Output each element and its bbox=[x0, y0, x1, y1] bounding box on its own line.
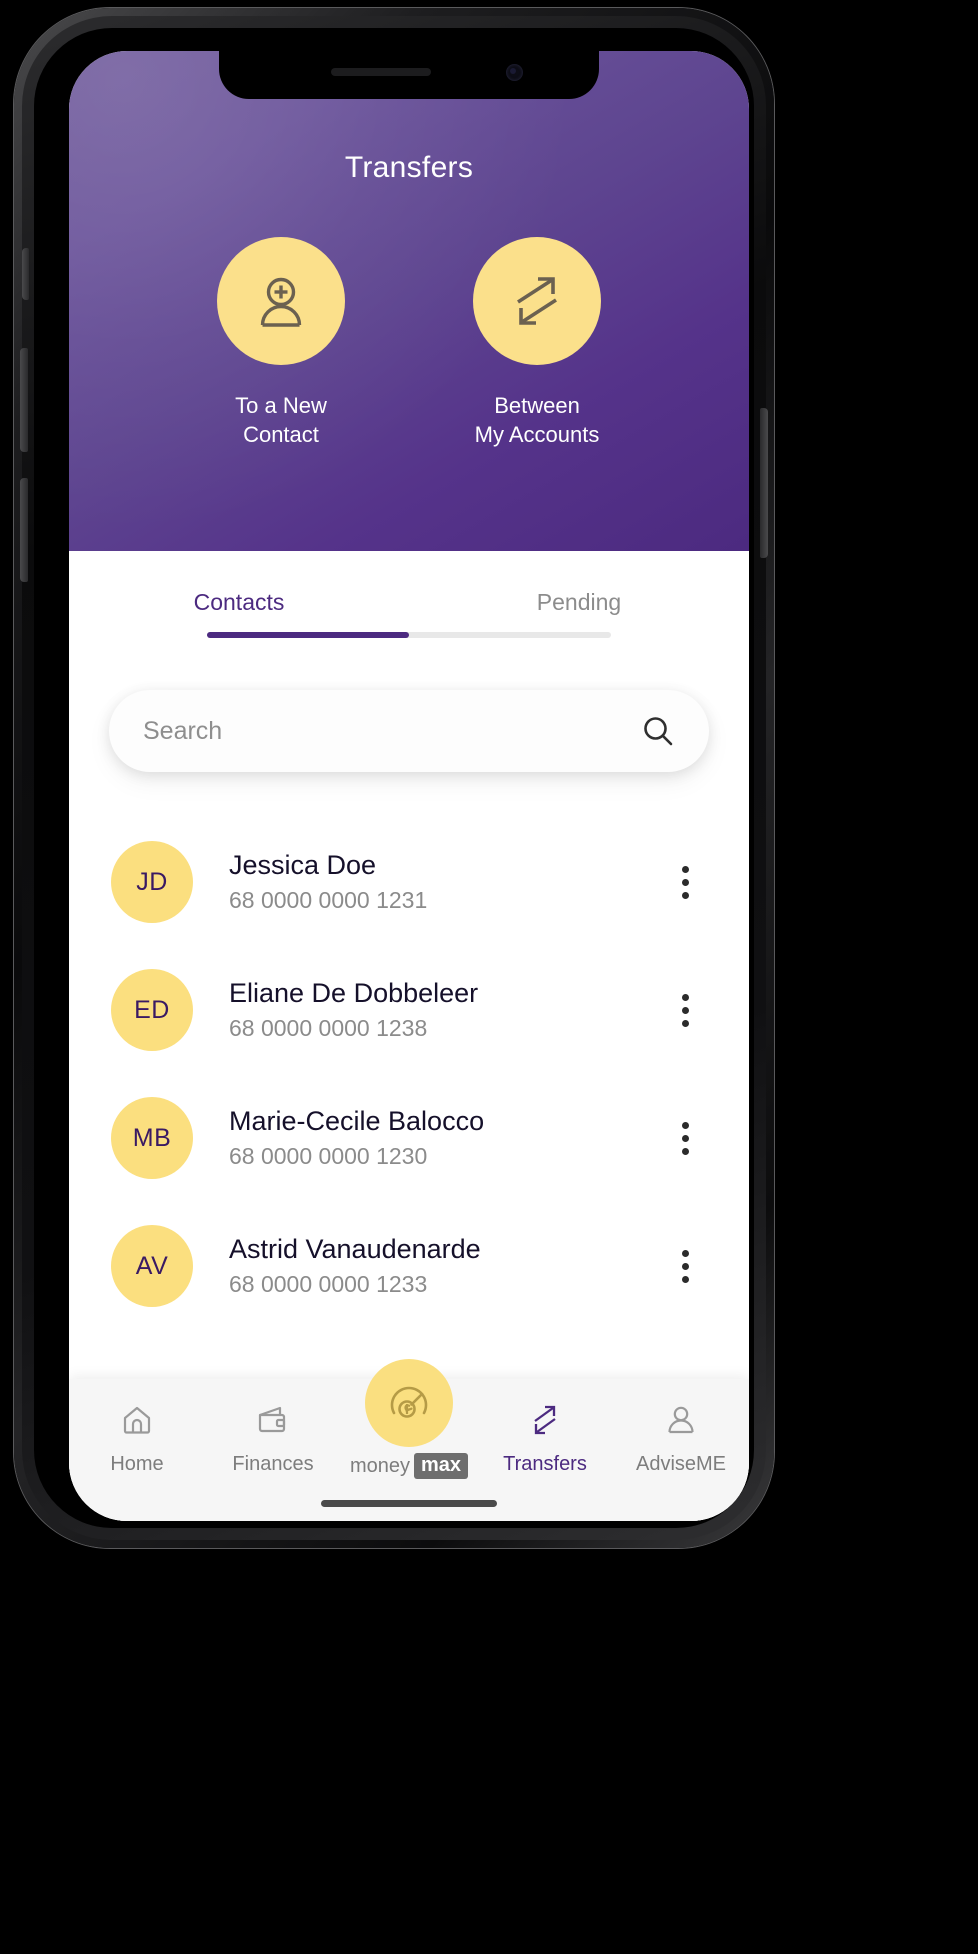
transfer-arrows-icon bbox=[508, 272, 566, 330]
money-max-word-money: money bbox=[350, 1455, 410, 1478]
nav-item-transfers[interactable]: Transfers bbox=[477, 1401, 613, 1476]
volume-up-button[interactable] bbox=[20, 348, 28, 452]
contact-name: Marie-Cecile Balocco bbox=[229, 1104, 667, 1139]
action-label-line1: Between bbox=[437, 391, 637, 420]
kebab-dot bbox=[682, 1263, 689, 1270]
table-row[interactable]: AV Astrid Vanaudenarde 68 0000 0000 1233 bbox=[69, 1202, 749, 1330]
transfers-header: Transfers bbox=[69, 51, 749, 551]
table-row[interactable]: ED Eliane De Dobbeleer 68 0000 0000 1238 bbox=[69, 946, 749, 1074]
table-row[interactable]: JD Jessica Doe 68 0000 0000 1231 bbox=[69, 818, 749, 946]
transfer-arrows-icon bbox=[528, 1403, 562, 1437]
search-input[interactable] bbox=[143, 717, 637, 746]
avatar: ED bbox=[111, 969, 193, 1051]
kebab-dot bbox=[682, 1276, 689, 1283]
front-camera bbox=[506, 64, 523, 81]
contact-account-number: 68 0000 0000 1233 bbox=[229, 1269, 667, 1300]
quick-actions: To a New Contact bbox=[69, 237, 749, 450]
home-icon bbox=[120, 1403, 154, 1437]
device-stage: Transfers bbox=[0, 0, 978, 1954]
tab-bar: Contacts Pending bbox=[69, 551, 749, 632]
action-label-to-new-contact: To a New Contact bbox=[181, 391, 381, 450]
mute-switch[interactable] bbox=[22, 248, 29, 300]
add-contact-icon-circle bbox=[217, 237, 345, 365]
contact-account-number: 68 0000 0000 1230 bbox=[229, 1141, 667, 1172]
avatar: MB bbox=[111, 1097, 193, 1179]
kebab-dot bbox=[682, 1122, 689, 1129]
action-to-new-contact[interactable]: To a New Contact bbox=[181, 237, 381, 450]
nav-item-finances[interactable]: Finances bbox=[205, 1401, 341, 1476]
person-icon bbox=[664, 1403, 698, 1437]
tab-pending[interactable]: Pending bbox=[409, 589, 749, 632]
home-icon-wrap bbox=[120, 1401, 154, 1439]
kebab-dot bbox=[682, 1250, 689, 1257]
tab-contacts[interactable]: Contacts bbox=[69, 589, 409, 632]
kebab-dot bbox=[682, 1148, 689, 1155]
earpiece-speaker bbox=[331, 68, 431, 76]
contact-info: Eliane De Dobbeleer 68 0000 0000 1238 bbox=[229, 976, 667, 1043]
nav-label-home: Home bbox=[110, 1453, 163, 1476]
kebab-dot bbox=[682, 879, 689, 886]
more-options-icon[interactable] bbox=[667, 858, 703, 906]
nav-label-transfers: Transfers bbox=[503, 1453, 587, 1476]
transfer-arrows-icon-circle bbox=[473, 237, 601, 365]
more-options-icon[interactable] bbox=[667, 1114, 703, 1162]
avatar: JD bbox=[111, 841, 193, 923]
notch bbox=[219, 51, 599, 99]
phone-screen: Transfers bbox=[69, 51, 749, 1521]
action-label-line1: To a New bbox=[181, 391, 381, 420]
kebab-dot bbox=[682, 892, 689, 899]
contact-account-number: 68 0000 0000 1231 bbox=[229, 885, 667, 916]
content-sheet: Contacts Pending bbox=[69, 551, 749, 1521]
more-options-icon[interactable] bbox=[667, 1242, 703, 1290]
action-label-line2: Contact bbox=[181, 420, 381, 449]
kebab-dot bbox=[682, 1135, 689, 1142]
wallet-icon-wrap bbox=[256, 1401, 290, 1439]
tab-indicator-track bbox=[207, 632, 611, 638]
kebab-dot bbox=[682, 866, 689, 873]
volume-down-button[interactable] bbox=[20, 478, 28, 582]
table-row[interactable]: MB Marie-Cecile Balocco 68 0000 0000 123… bbox=[69, 1074, 749, 1202]
money-gauge-badge[interactable] bbox=[365, 1359, 453, 1447]
tab-active-indicator bbox=[207, 632, 409, 638]
nav-label-finances: Finances bbox=[232, 1453, 313, 1476]
contact-info: Jessica Doe 68 0000 0000 1231 bbox=[229, 848, 667, 915]
nav-label-money-max: money max bbox=[350, 1453, 468, 1479]
action-label-line2: My Accounts bbox=[437, 420, 637, 449]
person-icon-wrap bbox=[664, 1401, 698, 1439]
nav-item-money-max[interactable]: money max bbox=[341, 1401, 477, 1479]
action-between-my-accounts[interactable]: Between My Accounts bbox=[437, 237, 637, 450]
more-options-icon[interactable] bbox=[667, 986, 703, 1034]
kebab-dot bbox=[682, 1007, 689, 1014]
add-contact-icon bbox=[250, 270, 312, 332]
nav-label-adviseme: AdviseME bbox=[636, 1453, 726, 1476]
kebab-dot bbox=[682, 1020, 689, 1027]
money-gauge-icon bbox=[383, 1377, 435, 1429]
action-label-between-my-accounts: Between My Accounts bbox=[437, 391, 637, 450]
nav-item-adviseme[interactable]: AdviseME bbox=[613, 1401, 749, 1476]
search-bar[interactable] bbox=[109, 690, 709, 772]
search-icon bbox=[641, 714, 675, 748]
contact-info: Marie-Cecile Balocco 68 0000 0000 1230 bbox=[229, 1104, 667, 1171]
contact-info: Astrid Vanaudenarde 68 0000 0000 1233 bbox=[229, 1232, 667, 1299]
home-indicator[interactable] bbox=[321, 1500, 497, 1507]
nav-item-home[interactable]: Home bbox=[69, 1401, 205, 1476]
power-button[interactable] bbox=[760, 408, 768, 558]
contact-account-number: 68 0000 0000 1238 bbox=[229, 1013, 667, 1044]
contact-name: Eliane De Dobbeleer bbox=[229, 976, 667, 1011]
transfers-icon-wrap bbox=[528, 1401, 562, 1439]
money-max-word-max: max bbox=[414, 1453, 468, 1479]
contact-name: Astrid Vanaudenarde bbox=[229, 1232, 667, 1267]
contacts-list: JD Jessica Doe 68 0000 0000 1231 ED bbox=[69, 818, 749, 1330]
avatar: AV bbox=[111, 1225, 193, 1307]
wallet-icon bbox=[256, 1403, 290, 1437]
search-button[interactable] bbox=[637, 710, 679, 752]
contact-name: Jessica Doe bbox=[229, 848, 667, 883]
phone-frame: Transfers bbox=[14, 8, 774, 1548]
kebab-dot bbox=[682, 994, 689, 1001]
